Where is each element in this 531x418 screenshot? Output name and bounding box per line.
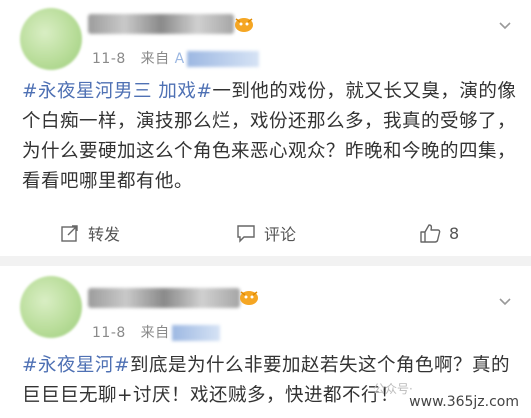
share-button[interactable]: 转发 [60, 218, 120, 248]
source-name[interactable]: A [175, 51, 185, 67]
user-badge-icon [240, 291, 258, 305]
source-prefix: 来自 [140, 325, 170, 341]
username-blurred[interactable] [88, 288, 240, 308]
chevron-down-icon[interactable] [497, 18, 513, 34]
share-label: 转发 [88, 225, 121, 244]
post-meta: 11-8 来自 A [92, 48, 259, 68]
comment-icon [237, 225, 255, 243]
like-count: 8 [449, 223, 460, 243]
source-blurred [186, 51, 259, 67]
hashtag-link[interactable]: #永夜星河男三 加戏# [22, 81, 212, 102]
avatar[interactable] [20, 8, 82, 70]
post-meta: 11-8 来自 [92, 322, 220, 342]
user-badge-icon [235, 18, 253, 32]
like-button[interactable]: 8 [419, 218, 459, 248]
post-body: #永夜星河男三 加戏#一到他的戏份，就又长又臭，演的像个白痴一样，演技那么烂，戏… [22, 77, 517, 197]
action-bar: 转发 评论 8 [0, 218, 531, 248]
source-prefix: 来自 [140, 51, 170, 67]
avatar[interactable] [20, 276, 82, 338]
comment-button[interactable]: 评论 [236, 218, 296, 248]
source-blurred [171, 325, 220, 341]
chevron-down-icon[interactable] [497, 294, 513, 310]
post-card: 11-8 来自 A #永夜星河男三 加戏#一到他的戏份，就又长又臭，演的像个白痴… [0, 0, 531, 256]
post-date: 11-8 [92, 325, 126, 341]
comment-label: 评论 [264, 225, 297, 244]
thumbs-up-icon [420, 224, 441, 243]
site-watermark: www.365jz.com [407, 394, 521, 410]
hashtag-link[interactable]: #永夜星河# [22, 355, 130, 376]
post-date: 11-8 [92, 51, 126, 67]
share-icon [61, 225, 78, 242]
username-blurred[interactable] [88, 14, 234, 34]
